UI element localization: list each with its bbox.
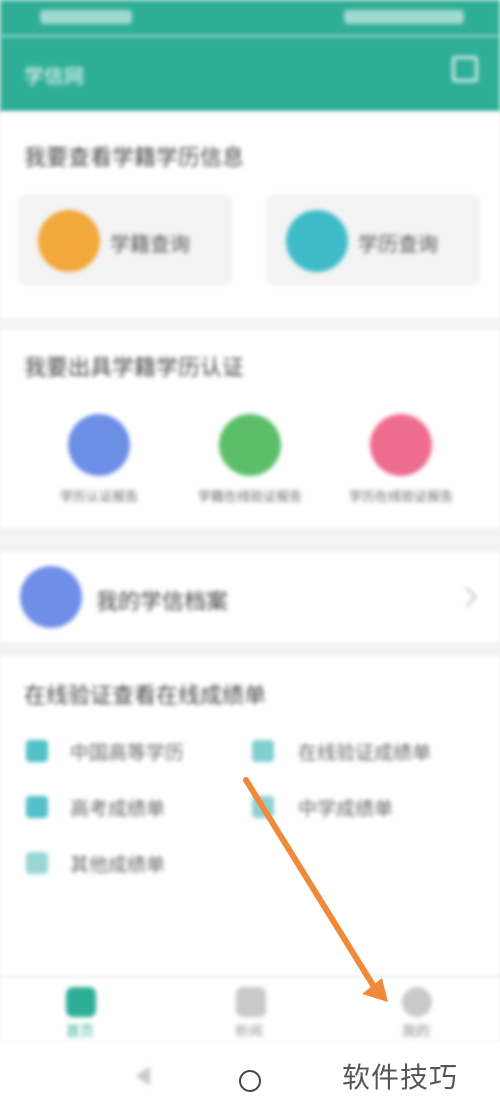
arrow-head (362, 978, 388, 1002)
arrow-line (243, 777, 379, 993)
annotation-arrow (243, 777, 388, 1002)
